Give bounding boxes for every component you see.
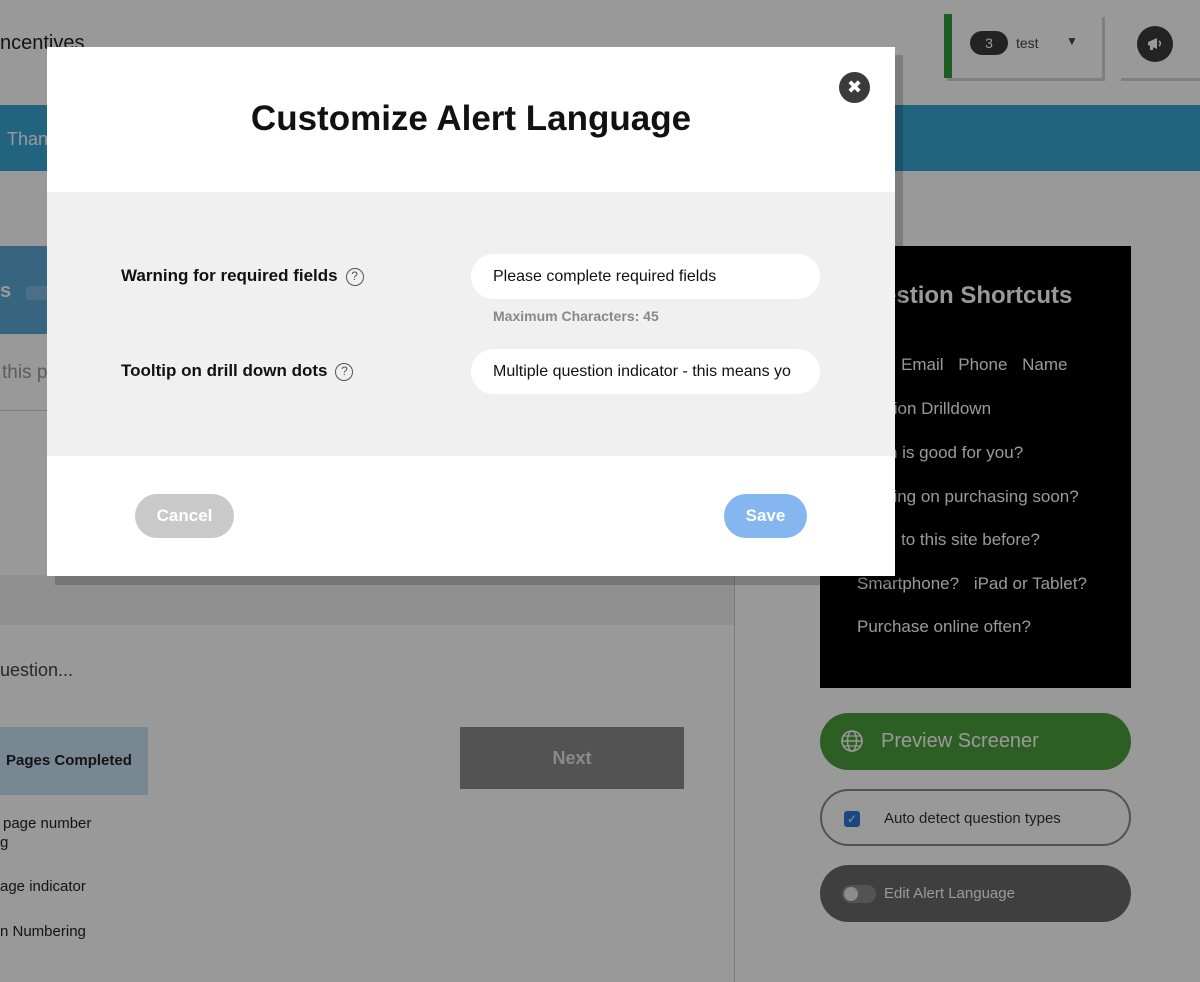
drilldown-tooltip-input[interactable] xyxy=(471,349,820,394)
drilldown-tooltip-label-text: Tooltip on drill down dots xyxy=(121,361,328,380)
dialog-body: Warning for required fields? Maximum Cha… xyxy=(47,192,895,456)
close-icon[interactable]: ✖ xyxy=(839,72,870,103)
drilldown-tooltip-label: Tooltip on drill down dots? xyxy=(121,361,354,381)
cancel-button[interactable]: Cancel xyxy=(135,494,234,538)
help-icon[interactable]: ? xyxy=(345,268,364,286)
required-fields-warning-label-text: Warning for required fields xyxy=(121,266,338,285)
required-fields-warning-input[interactable] xyxy=(471,254,820,299)
dialog-title: Customize Alert Language xyxy=(250,99,692,138)
help-icon[interactable]: ? xyxy=(335,363,354,381)
save-button[interactable]: Save xyxy=(724,494,807,538)
required-fields-warning-label: Warning for required fields? xyxy=(121,266,364,286)
customize-alert-language-dialog: Customize Alert Language ✖ Warning for r… xyxy=(47,47,895,576)
max-characters-hint: Maximum Characters: 45 xyxy=(493,308,659,324)
